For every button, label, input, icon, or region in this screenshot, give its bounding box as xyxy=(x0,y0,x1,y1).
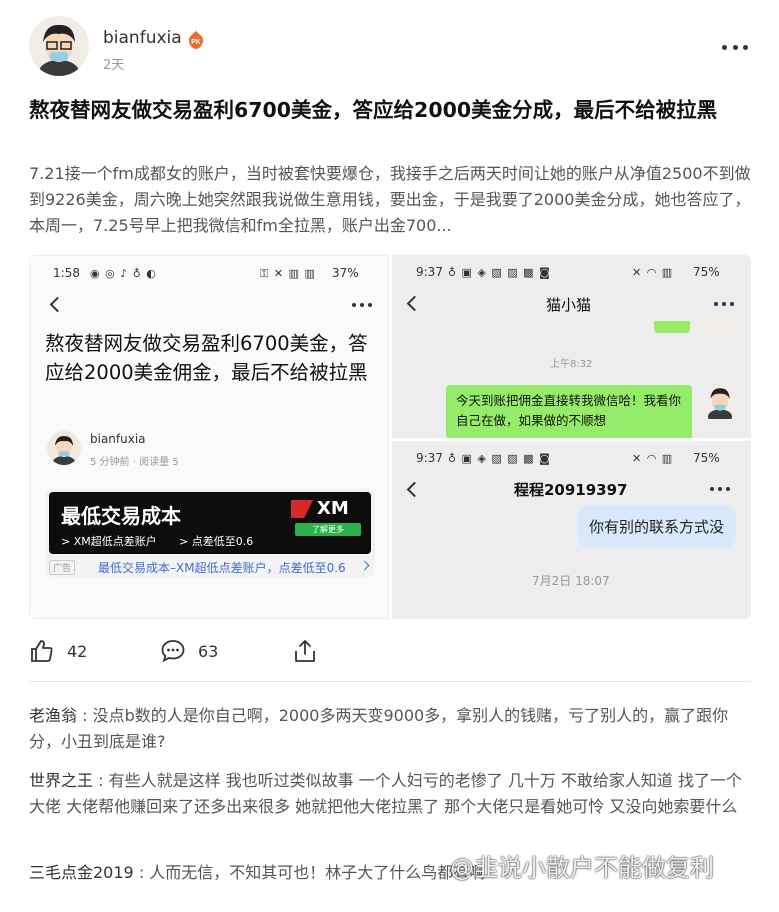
comment-item[interactable]: 世界之王 : 有些人就是这样 我也听过类似故事 一个人妇亏的老惨了 几十万 不敢… xyxy=(29,768,751,820)
chat-name: 猫小猫 xyxy=(546,296,592,314)
comment-text: 没点b数的人是你自己啊，2000多两天变9000多，拿别人的钱赌，亏了别人的，赢… xyxy=(29,706,729,751)
like-button[interactable]: 42 xyxy=(29,636,87,666)
more-icon[interactable] xyxy=(714,302,734,306)
screenshot-chat-2[interactable]: 9:37 ♁ ▣ ◈ ▧ ▨ ▩ ◙ ✕ ◠ ▥ 75% 程程20919397 … xyxy=(392,441,751,619)
status-signal-icons: ✕ ◠ ▥ xyxy=(632,452,674,465)
comment-icon xyxy=(161,640,185,663)
comment-text: 有些人就是这样 我也听过类似故事 一个人妇亏的老惨了 几十万 不敢给家人知道 找… xyxy=(29,771,743,816)
post-title[interactable]: 熬夜替网友做交易盈利6700美金，答应给2000美金分成，最后不给被拉黑 xyxy=(29,96,751,125)
post-image-grid[interactable]: 1:58 ◉ ◎ ♪ ♁ ◐ ⚿ ✕ ▥ ▥ 37% 熬夜替网友做交易盈利670… xyxy=(29,255,751,619)
chat-avatar-self xyxy=(702,383,738,419)
share-button[interactable] xyxy=(292,636,318,666)
back-icon[interactable] xyxy=(49,296,66,313)
ad-sub-2: > 点差低至0.6 xyxy=(179,535,254,548)
status-time: 1:58 xyxy=(53,266,80,280)
share-icon xyxy=(295,640,315,662)
like-count: 42 xyxy=(67,641,88,661)
author-avatar[interactable] xyxy=(29,16,89,76)
learn-more-button[interactable]: 了解更多 xyxy=(295,523,361,536)
svg-text:PK: PK xyxy=(191,39,201,46)
ad-link[interactable]: 最低交易成本–XM超低点差账户，点差低至0.6 xyxy=(98,559,346,576)
more-icon[interactable] xyxy=(710,487,730,491)
comment-count: 63 xyxy=(198,641,219,661)
ad-tag: 广告 xyxy=(49,560,76,575)
battery-level: 75% xyxy=(693,451,720,465)
ad-headline: 最低交易成本 xyxy=(61,504,181,528)
battery-level: 37% xyxy=(332,266,359,280)
screenshot-chat-1[interactable]: 9:37 ♁ ▣ ◈ ▧ ▨ ▩ ◙ ✕ ◠ ▥ 75% 猫小猫 上午8:32 … xyxy=(392,255,751,438)
status-time: 9:37 xyxy=(416,265,443,279)
watermark: @韭说小散户不能做复利 xyxy=(450,854,714,882)
article-meta: 5 分钟前 · 阅读量 5 xyxy=(90,457,179,468)
status-signal-icons: ⚿ ✕ ▥ ▥ xyxy=(260,267,316,280)
ad-banner[interactable]: 最低交易成本 > XM超低点差账户 > 点差低至0.6 XM 了解更多 xyxy=(49,492,371,554)
article-author-avatar xyxy=(47,431,81,465)
ad-card[interactable]: 最低交易成本 > XM超低点差账户 > 点差低至0.6 XM 了解更多 广告 最… xyxy=(45,489,375,577)
comment-item[interactable]: 老渔翁 : 没点b数的人是你自己啊，2000多两天变9000多，拿别人的钱赌，亏… xyxy=(29,703,751,755)
author-name[interactable]: bianfuxia xyxy=(103,28,182,48)
chat-name: 程程20919397 xyxy=(514,481,628,499)
comment-text: 人而无信，不知其可也！林子大了什么鸟都有啊 xyxy=(149,863,486,882)
level-badge-icon: PK xyxy=(186,30,206,50)
chat-message[interactable]: 今天到账把佣金直接转我微信哈！我看你自己在做，如果做的不顺想 xyxy=(446,385,692,438)
chat-time-divider: 7月2日 18:07 xyxy=(532,574,610,588)
chevron-right-icon xyxy=(359,560,370,571)
article-author: bianfuxia xyxy=(90,432,146,446)
more-icon[interactable] xyxy=(352,303,372,307)
chat-avatar xyxy=(702,315,738,333)
status-time: 9:37 xyxy=(416,451,443,465)
chat-message[interactable]: 你有别的联系方式没 xyxy=(577,505,737,548)
ad-sub-1: > XM超低点差账户 xyxy=(61,535,157,548)
screenshot-article[interactable]: 1:58 ◉ ◎ ♪ ♁ ◐ ⚿ ✕ ▥ ▥ 37% 熬夜替网友做交易盈利670… xyxy=(29,255,389,619)
comment-author[interactable]: 老渔翁 xyxy=(29,706,77,725)
back-icon[interactable] xyxy=(406,295,423,312)
comment-author[interactable]: 三毛点金2019 xyxy=(29,863,134,882)
status-signal-icons: ✕ ◠ ▥ xyxy=(632,266,674,279)
back-icon[interactable] xyxy=(406,481,423,498)
xm-mark-icon xyxy=(291,500,313,518)
post-body[interactable]: 7.21接一个fm成都女的账户，当时被套快要爆仓，我接手之后两天时间让她的账户从… xyxy=(29,161,751,239)
status-icons: ♁ ▣ ◈ ▧ ▨ ▩ ◙ xyxy=(448,452,551,465)
status-icons: ◉ ◎ ♪ ♁ ◐ xyxy=(90,267,157,280)
status-icons: ♁ ▣ ◈ ▧ ▨ ▩ ◙ xyxy=(448,266,551,279)
chat-time-divider: 上午8:32 xyxy=(550,359,593,370)
thumbs-up-icon xyxy=(31,640,53,662)
xm-logo: XM 了解更多 xyxy=(287,498,363,542)
divider xyxy=(29,681,751,682)
more-options-icon[interactable] xyxy=(722,40,748,54)
comment-author[interactable]: 世界之王 xyxy=(29,771,93,790)
previous-message-bubble xyxy=(654,321,690,333)
post-time: 2天 xyxy=(103,58,125,73)
battery-level: 75% xyxy=(693,265,720,279)
article-title: 熬夜替网友做交易盈利6700美金，答应给2000美金佣金，最后不给被拉黑 xyxy=(45,332,368,384)
comment-button[interactable]: 63 xyxy=(160,636,218,666)
